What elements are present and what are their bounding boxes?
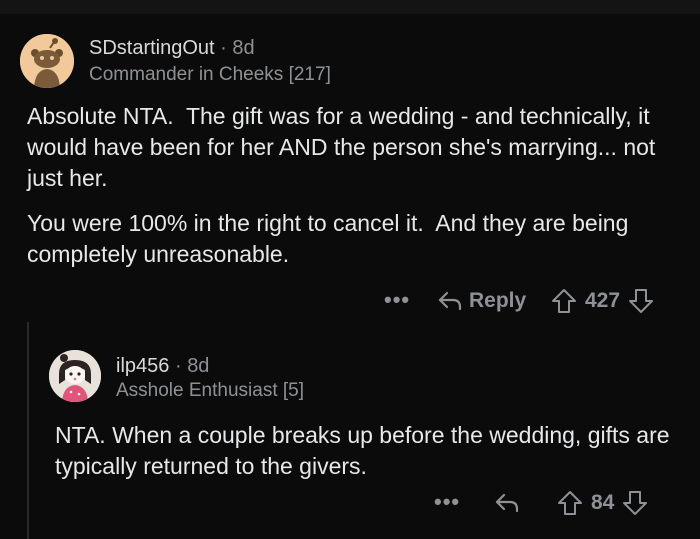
snoo-avatar-icon (20, 34, 74, 88)
comment-paragraph: NTA. When a couple breaks up before the … (55, 422, 670, 479)
reply-arrow-icon (495, 493, 519, 513)
user-avatar[interactable] (20, 34, 74, 88)
reply-button[interactable] (494, 486, 520, 520)
user-flair: Commander in Cheeks [217] (89, 64, 331, 85)
comment-paragraph: Absolute NTA. The gift was for a wedding… (27, 103, 662, 191)
comment-paragraph: You were 100% in the right to cancel it.… (27, 210, 635, 267)
comment-actions: ••• 84 (0, 486, 700, 520)
user-avatar[interactable] (49, 350, 101, 402)
comment-age: 8d (232, 37, 255, 59)
reply-button[interactable]: Reply (437, 284, 526, 318)
username[interactable]: ilp456 (116, 355, 169, 377)
vote-score: 427 (585, 289, 621, 312)
username[interactable]: SDstartingOut (89, 37, 215, 59)
snoo-avatar-icon (49, 350, 101, 402)
user-flair: Asshole Enthusiast [5] (116, 380, 304, 401)
downvote-arrow-icon[interactable] (622, 490, 648, 516)
comment-actions: ••• Reply 427 (0, 284, 700, 318)
comment-age: 8d (187, 355, 210, 377)
more-dots-icon[interactable]: ••• (384, 287, 410, 313)
reply-label: Reply (469, 289, 527, 312)
comment-header: SDstartingOut · 8d (89, 37, 255, 60)
upvote-arrow-icon[interactable] (557, 490, 583, 516)
vote-controls: 427 (551, 284, 654, 318)
comment-body: Absolute NTA. The gift was for a wedding… (27, 101, 677, 284)
comment-body: NTA. When a couple breaks up before the … (55, 420, 685, 482)
vote-controls: 84 (557, 486, 648, 520)
upvote-arrow-icon[interactable] (551, 288, 577, 314)
top-bar (0, 0, 700, 14)
more-dots-icon[interactable]: ••• (434, 489, 460, 515)
downvote-arrow-icon[interactable] (628, 288, 654, 314)
separator: · (220, 37, 227, 59)
reply-arrow-icon (438, 291, 462, 311)
separator: · (174, 355, 182, 377)
vote-score: 84 (591, 491, 615, 514)
comment-header: ilp456 · 8d (116, 355, 209, 378)
